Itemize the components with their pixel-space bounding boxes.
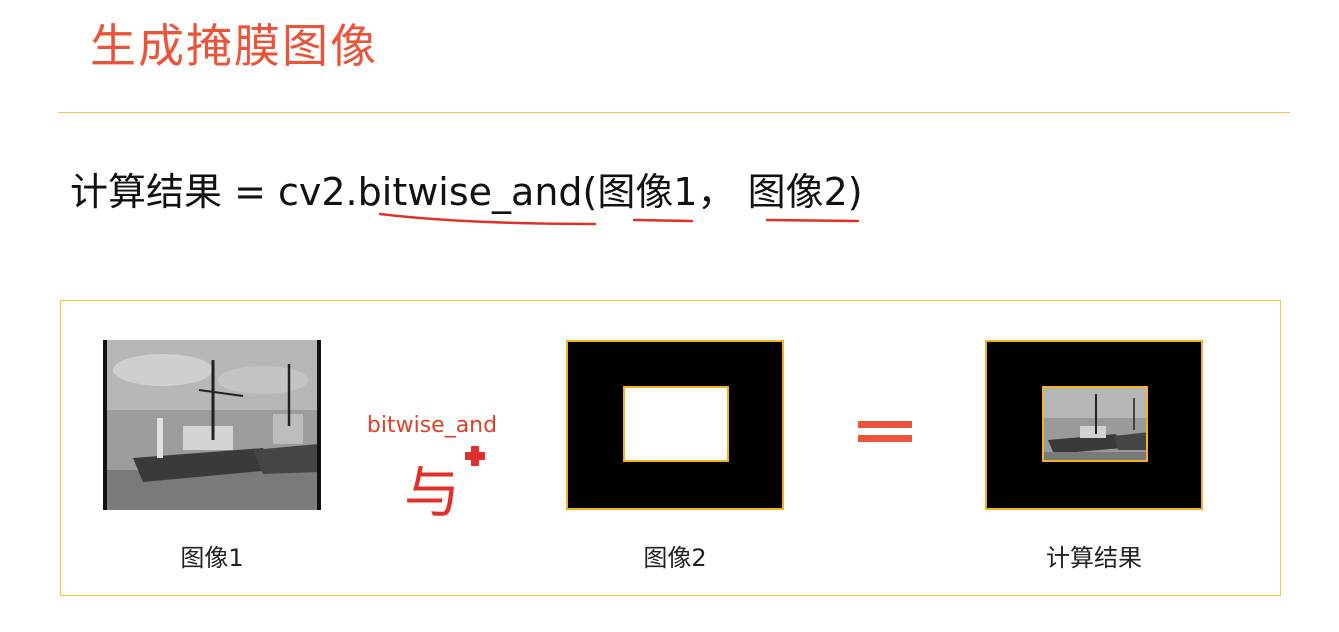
image1-boat-photo [103,340,321,510]
underline-image1 [632,218,694,223]
image1-caption: 图像1 [180,544,244,572]
mask-white-region [623,386,729,462]
image2-mask [566,340,784,510]
formula-text: 计算结果 = cv2.bitwise_and(图像1， 图像2) [70,170,863,214]
result-image [985,340,1203,510]
image2-caption: 图像2 [643,544,707,572]
boat-photo-illustration [103,340,321,510]
result-masked-photo [1042,386,1148,462]
operation-label: bitwise_and [366,413,498,438]
title-divider [58,112,1290,113]
slide-title: 生成掩膜图像 [90,19,378,73]
equals-icon [858,421,912,443]
result-caption: 计算结果 [1046,544,1142,572]
underline-image2 [765,218,860,223]
